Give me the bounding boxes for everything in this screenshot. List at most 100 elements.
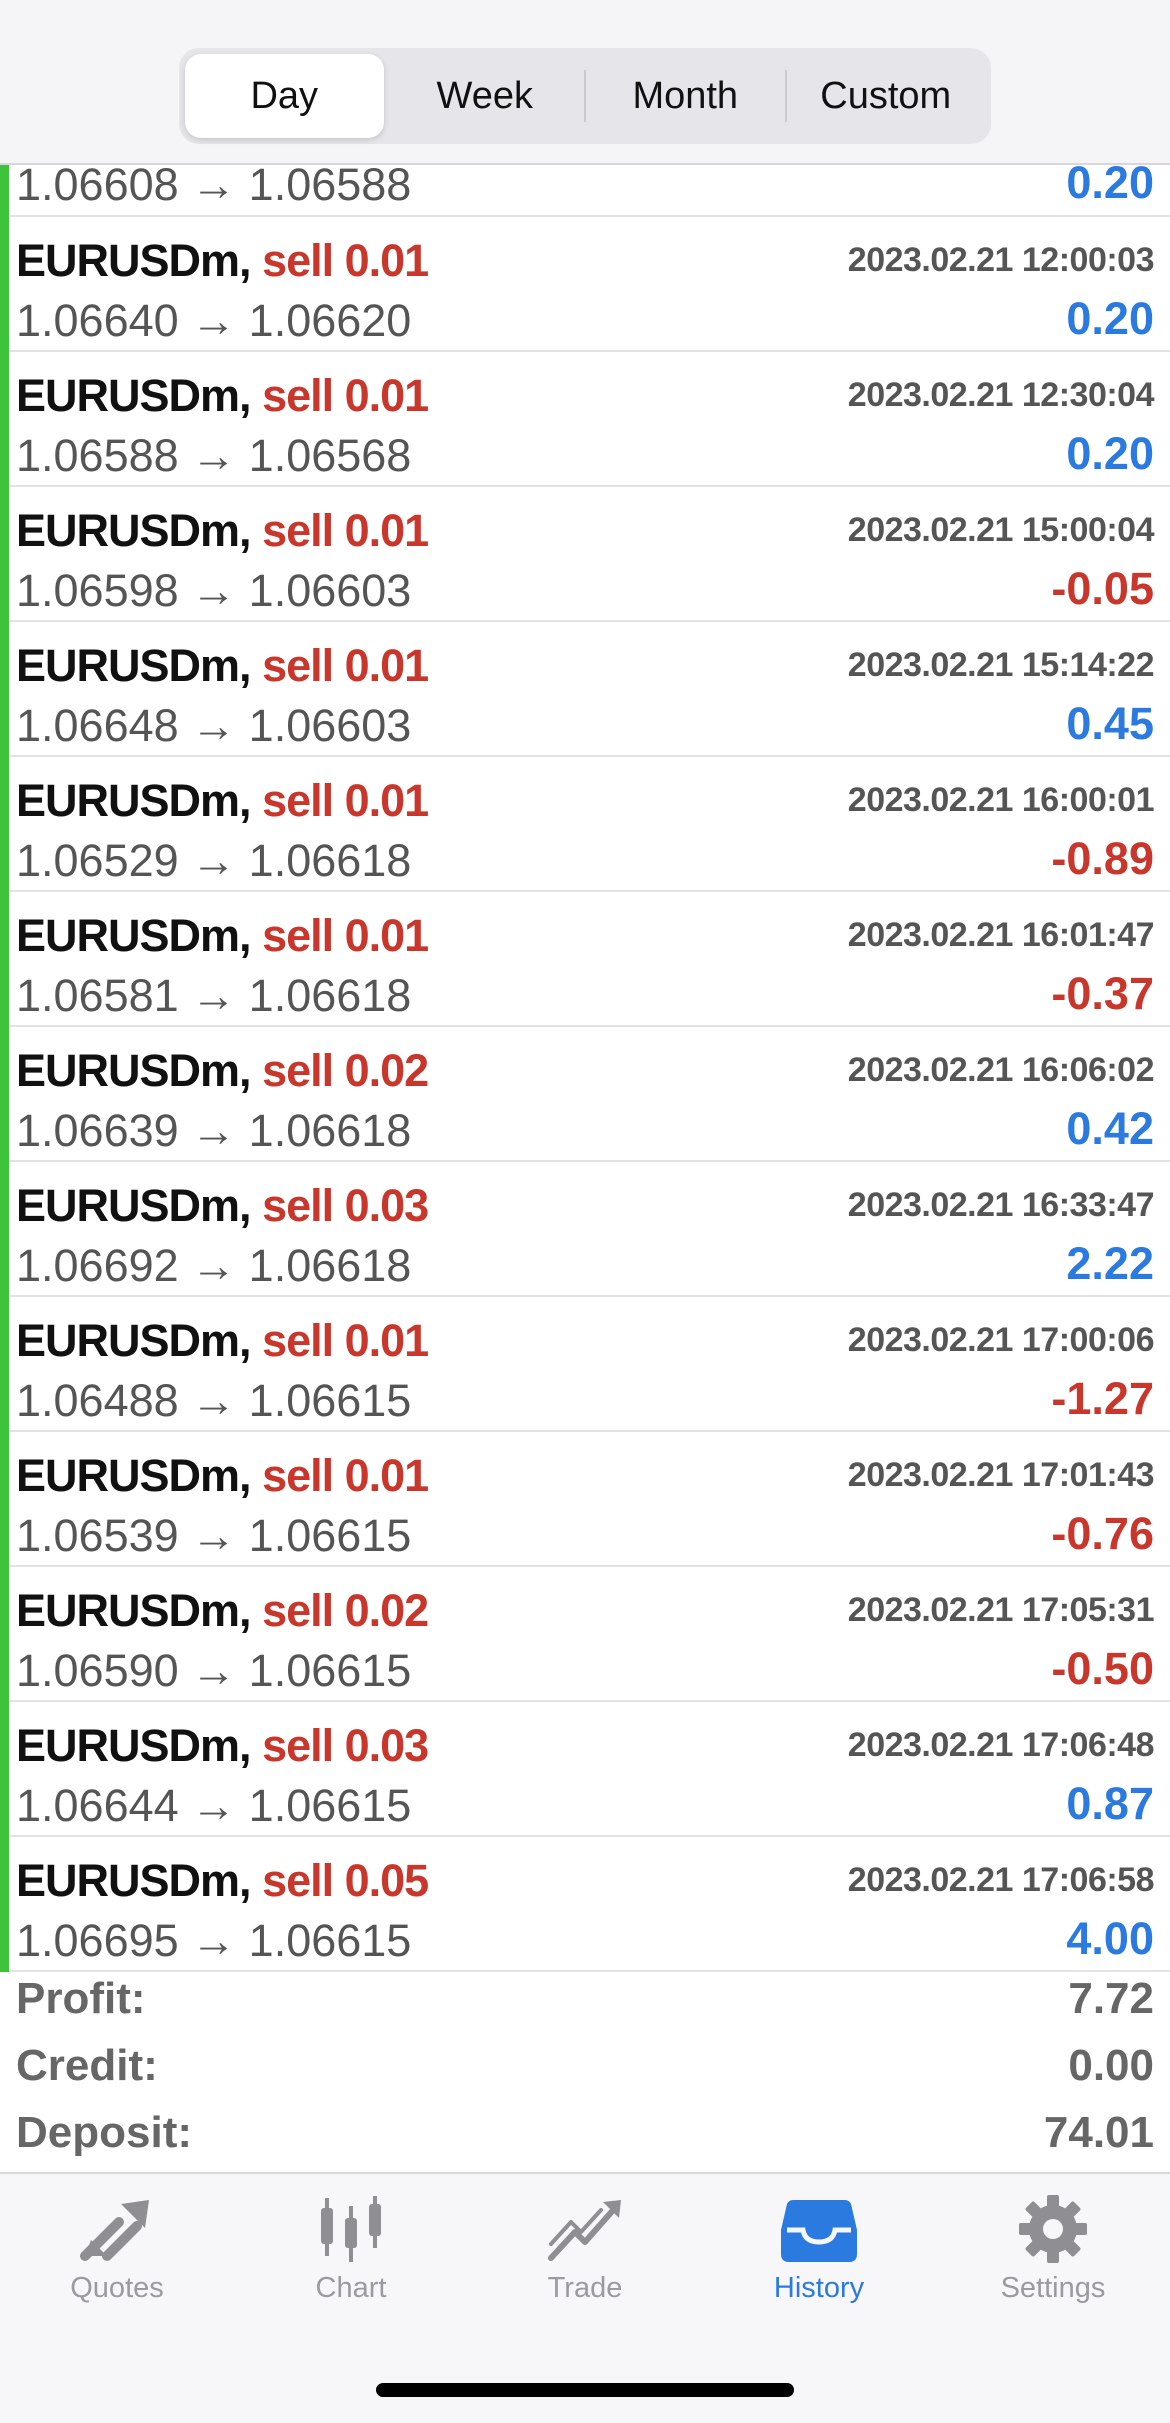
summary-label: Credit: <box>16 2041 158 2090</box>
deal-symbol: EURUSDm, sell 0.02 <box>16 1045 429 1096</box>
deal-time: 2023.02.21 17:05:31 <box>847 1591 1155 1629</box>
deal-time: 2023.02.21 17:06:48 <box>847 1726 1155 1764</box>
deal-prices: 1.06644 → 1.06615 <box>16 1780 412 1831</box>
tab-chart[interactable]: Chart <box>234 2194 468 2344</box>
tab-trade[interactable]: Trade <box>468 2194 702 2344</box>
deal-action: sell 0.05 <box>262 1855 429 1906</box>
summary-label: Deposit: <box>16 2108 192 2157</box>
deal-prices: 1.06598 → 1.06603 <box>16 565 412 616</box>
deal-action: sell 0.01 <box>262 235 429 286</box>
summary-credit-row: Credit: 0.00 <box>0 2039 1170 2106</box>
deal-row[interactable]: EURUSDm, sell 0.02 2023.02.21 16:06:02 1.0… <box>0 1027 1170 1162</box>
settings-icon <box>1019 2195 1087 2263</box>
deal-time: 2023.02.21 16:00:01 <box>847 781 1155 819</box>
deal-symbol: EURUSDm, sell 0.02 <box>16 1585 429 1636</box>
deal-row[interactable]: EURUSDm, sell 0.03 2023.02.21 17:06:48 1.0… <box>0 1702 1170 1837</box>
deal-action: sell 0.01 <box>262 505 429 556</box>
deal-symbol: EURUSDm, sell 0.01 <box>16 640 429 691</box>
deal-profit: -0.37 <box>1051 968 1154 1019</box>
deal-profit: -0.50 <box>1051 1643 1154 1694</box>
home-indicator <box>376 2383 794 2397</box>
deal-prices: 1.06488 → 1.06615 <box>16 1375 412 1426</box>
summary-value: 74.01 <box>1043 2108 1154 2157</box>
tab-settings[interactable]: Settings <box>936 2194 1170 2344</box>
deal-row[interactable]: EURUSDm, sell 0.01 2023.02.21 16:00:01 1.0… <box>0 757 1170 892</box>
quotes-icon <box>80 2200 149 2261</box>
summary-deposit-row: Deposit: 74.01 <box>0 2106 1170 2172</box>
deal-symbol: EURUSDm, sell 0.05 <box>16 1855 429 1906</box>
tab-label: Quotes <box>70 2272 164 2304</box>
deal-symbol: EURUSDm, sell 0.03 <box>16 1180 429 1231</box>
deal-time: 2023.02.21 15:00:04 <box>847 511 1155 549</box>
summary-profit-row: Profit: 7.72 <box>0 1972 1170 2039</box>
deal-prices: 1.06590 → 1.06615 <box>16 1645 412 1696</box>
segment-custom[interactable]: Custom <box>787 54 986 138</box>
deals-list[interactable]: 1.06608 → 1.06588 0.20 EURUSDm, sell 0.0… <box>0 157 1170 1972</box>
tab-label: Settings <box>1000 2272 1106 2304</box>
deal-action: sell 0.02 <box>262 1045 429 1096</box>
deal-action: sell 0.01 <box>262 775 429 826</box>
deal-row[interactable]: EURUSDm, sell 0.02 2023.02.21 17:05:31 1.0… <box>0 1567 1170 1702</box>
deal-symbol: EURUSDm, sell 0.01 <box>16 1450 429 1501</box>
deal-profit: -0.76 <box>1051 1508 1154 1559</box>
period-segmented-control: Day Week Month Custom <box>179 48 991 144</box>
deal-row[interactable]: EURUSDm, sell 0.03 2023.02.21 16:33:47 1.0… <box>0 1162 1170 1297</box>
deal-action: sell 0.01 <box>262 370 429 421</box>
segment-day[interactable]: Day <box>185 54 384 138</box>
summary-label: Profit: <box>16 1974 146 2023</box>
deal-profit: 2.22 <box>1066 1238 1154 1289</box>
deal-action: sell 0.01 <box>262 1315 429 1366</box>
deal-row[interactable]: EURUSDm, sell 0.01 2023.02.21 12:30:04 1.0… <box>0 352 1170 487</box>
deal-profit: 0.87 <box>1066 1778 1154 1829</box>
deal-time: 2023.02.21 16:01:47 <box>847 916 1155 954</box>
deal-prices: 1.06639 → 1.06618 <box>16 1105 412 1156</box>
tab-label: Trade <box>547 2272 623 2304</box>
chart-icon <box>321 2196 381 2262</box>
deal-prices: 1.06695 → 1.06615 <box>16 1915 412 1966</box>
account-summary: Profit: 7.72 Credit: 0.00 Deposit: 74.01 <box>0 1972 1170 2172</box>
deal-time: 2023.02.21 16:06:02 <box>847 1051 1155 1089</box>
deal-symbol: EURUSDm, sell 0.03 <box>16 1720 429 1771</box>
deal-prices: 1.06529 → 1.06618 <box>16 835 412 886</box>
deal-time: 2023.02.21 12:30:04 <box>847 376 1155 414</box>
deal-row-partial[interactable]: 1.06608 → 1.06588 0.20 <box>0 157 1170 217</box>
segment-month[interactable]: Month <box>586 54 785 138</box>
deal-time: 2023.02.21 17:06:58 <box>847 1861 1155 1899</box>
deal-profit: 0.45 <box>1066 698 1154 749</box>
deal-row[interactable]: EURUSDm, sell 0.01 2023.02.21 12:00:03 1.0… <box>0 217 1170 352</box>
deal-action: sell 0.03 <box>262 1180 429 1231</box>
deal-time: 2023.02.21 17:00:06 <box>847 1321 1155 1359</box>
deal-row[interactable]: EURUSDm, sell 0.01 2023.02.21 15:00:04 1.0… <box>0 487 1170 622</box>
deal-action: sell 0.03 <box>262 1720 429 1771</box>
trade-icon <box>548 2200 621 2261</box>
deal-time: 2023.02.21 12:00:03 <box>847 241 1155 279</box>
deal-profit: -1.27 <box>1051 1373 1154 1424</box>
deal-row[interactable]: EURUSDm, sell 0.01 2023.02.21 17:01:43 1.0… <box>0 1432 1170 1567</box>
tab-quotes[interactable]: Quotes <box>0 2194 234 2344</box>
deal-row[interactable]: EURUSDm, sell 0.05 2023.02.21 17:06:58 1.0… <box>0 1837 1170 1972</box>
deal-row[interactable]: EURUSDm, sell 0.01 2023.02.21 17:00:06 1.0… <box>0 1297 1170 1432</box>
tab-history[interactable]: History <box>702 2194 936 2344</box>
deal-symbol: EURUSDm, sell 0.01 <box>16 370 429 421</box>
deal-time: 2023.02.21 16:33:47 <box>847 1186 1155 1224</box>
deal-prices: 1.06539 → 1.06615 <box>16 1510 412 1561</box>
deal-time: 2023.02.21 17:01:43 <box>847 1456 1155 1494</box>
deal-row[interactable]: EURUSDm, sell 0.01 2023.02.21 16:01:47 1.0… <box>0 892 1170 1027</box>
deal-action: sell 0.01 <box>262 1450 429 1501</box>
deal-profit: 0.20 <box>1066 293 1154 344</box>
summary-value: 7.72 <box>1068 1974 1154 2023</box>
deal-profit: -0.89 <box>1051 833 1154 884</box>
deal-prices: 1.06648 → 1.06603 <box>16 700 412 751</box>
segment-week[interactable]: Week <box>386 54 585 138</box>
deal-profit: -0.05 <box>1051 563 1154 614</box>
deal-symbol: EURUSDm, sell 0.01 <box>16 910 429 961</box>
history-icon <box>781 2200 857 2262</box>
summary-value: 0.00 <box>1068 2041 1154 2090</box>
tab-label: History <box>773 2272 865 2304</box>
deal-action: sell 0.01 <box>262 640 429 691</box>
deal-row[interactable]: EURUSDm, sell 0.01 2023.02.21 15:14:22 1.0… <box>0 622 1170 757</box>
deal-prices: 1.06588 → 1.06568 <box>16 430 412 481</box>
deal-prices: 1.06692 → 1.06618 <box>16 1240 412 1291</box>
deal-profit: 0.42 <box>1066 1103 1154 1154</box>
deal-symbol: EURUSDm, sell 0.01 <box>16 775 429 826</box>
